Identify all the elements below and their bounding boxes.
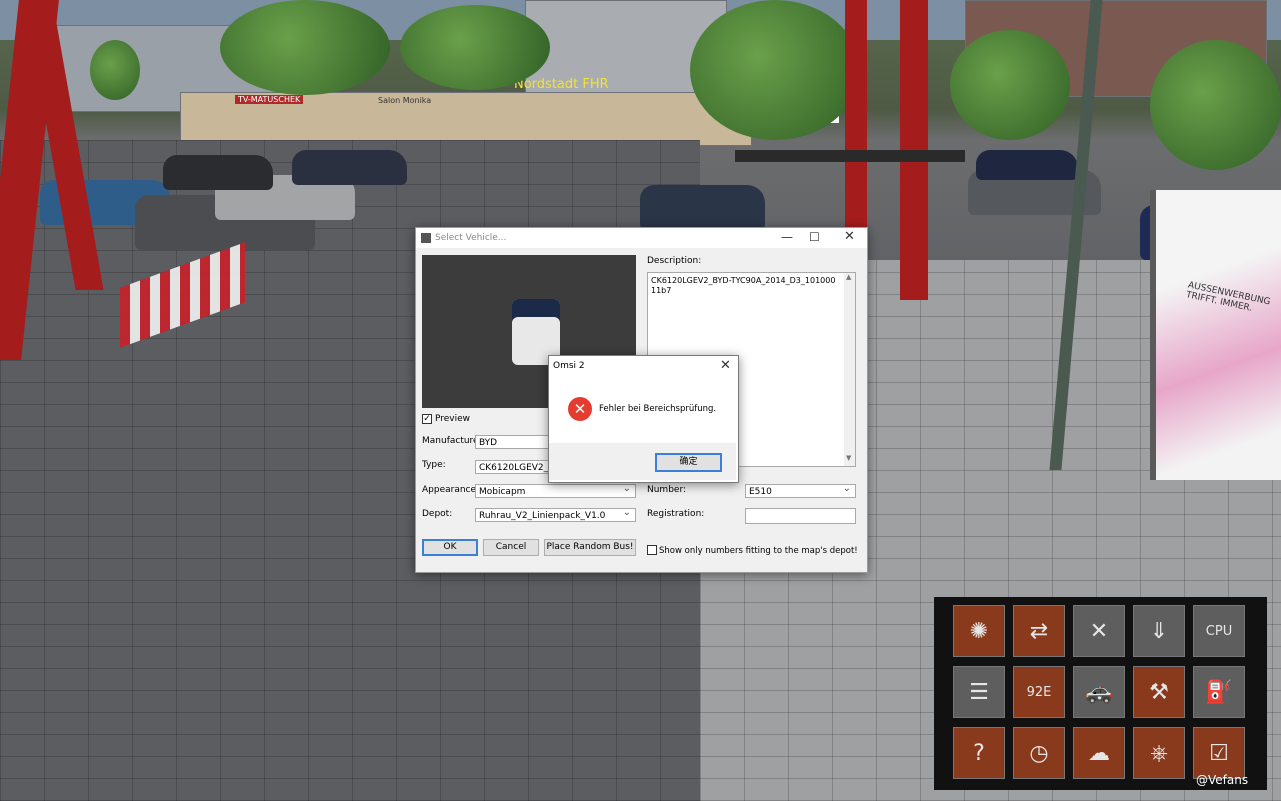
preview-label: Preview <box>435 414 471 424</box>
depot-label: Depot: <box>422 509 453 519</box>
parked-car <box>976 150 1078 180</box>
error-ok-button[interactable]: 确定 <box>655 453 722 472</box>
preview-checkbox[interactable]: ✓ <box>422 414 432 424</box>
error-dialog-title: Omsi 2 <box>553 361 585 371</box>
error-icon: ✕ <box>568 397 592 421</box>
type-label: Type: <box>422 460 446 470</box>
tool-button[interactable]: ⚒ <box>1133 666 1185 718</box>
tool-button[interactable]: ⇄ <box>1013 605 1065 657</box>
tool-button[interactable]: CPU <box>1193 605 1245 657</box>
tool-button[interactable]: ? <box>953 727 1005 779</box>
tree <box>220 0 390 95</box>
app-icon <box>421 233 431 243</box>
tool-button[interactable]: ⎈ <box>1133 727 1185 779</box>
only-numbers-checkbox[interactable] <box>647 545 657 555</box>
bus-remove-icon: ✕ <box>1089 619 1109 644</box>
police-car-icon: 🚓 <box>1085 680 1113 705</box>
tree <box>1150 40 1281 170</box>
tree <box>90 40 140 100</box>
parked-car <box>163 155 273 190</box>
tool-button[interactable]: ⇓ <box>1133 605 1185 657</box>
description-label: Description: <box>647 256 702 266</box>
only-numbers-label: Show only numbers fitting to the map's d… <box>659 546 858 556</box>
depot-down-icon: ⇓ <box>1149 619 1169 644</box>
minimize-icon[interactable]: — <box>781 230 793 244</box>
number-label: Number: <box>647 485 687 495</box>
route-display-icon: 92E <box>1026 685 1052 700</box>
bus-lights-icon: ✺ <box>969 619 989 644</box>
appearance-select[interactable]: Mobicapm <box>475 484 636 498</box>
watermark: @Vefans <box>1196 773 1249 787</box>
registration-input[interactable] <box>745 508 856 524</box>
number-select[interactable]: E510 <box>745 484 856 498</box>
tool-button[interactable]: ☑ <box>1193 727 1245 779</box>
cpu-bus-icon: CPU <box>1205 624 1233 639</box>
manufacturer-select[interactable]: BYD <box>475 435 555 449</box>
help-exit-icon: ? <box>973 741 985 766</box>
appearance-label: Appearance: <box>422 485 480 495</box>
scroll-up-icon[interactable]: ▲ <box>846 273 851 281</box>
canopy-pole-right <box>845 0 867 230</box>
ok-button[interactable]: OK <box>422 539 478 556</box>
bus-exchange-icon: ⇄ <box>1029 619 1049 644</box>
fuel-pump-icon: ⛽ <box>1205 680 1233 705</box>
shop-sign-salon: Salon Monika <box>378 96 432 105</box>
billboard-text: AUSSENWERBUNG TRIFFT. IMMER. <box>1184 280 1272 314</box>
repair-tools-icon: ⚒ <box>1149 680 1169 705</box>
clock-icon: ◷ <box>1029 741 1049 766</box>
tool-button[interactable]: ⛽ <box>1193 666 1245 718</box>
tool-button[interactable]: ✺ <box>953 605 1005 657</box>
select-vehicle-titlebar[interactable]: Select Vehicle... — ☐ ✕ <box>416 228 867 248</box>
steering-wheel-icon: ⎈ <box>1150 741 1168 766</box>
ticket-printer-icon: ☰ <box>969 680 989 705</box>
parked-car <box>640 185 765 230</box>
type-select[interactable]: CK6120LGEV2_BYD <box>475 460 555 474</box>
maximize-icon[interactable]: ☐ <box>809 230 820 244</box>
error-dialog: Omsi 2 ✕ ✕ Fehler bei Bereichsprüfung. 确… <box>548 355 739 483</box>
description-scrollbar[interactable]: ▲ ▼ <box>844 273 855 466</box>
place-sign: Nordstadt FHR <box>514 77 609 92</box>
tool-button[interactable]: ☰ <box>953 666 1005 718</box>
passenger-list-icon: ☑ <box>1209 741 1229 766</box>
scroll-down-icon[interactable]: ▼ <box>846 454 851 462</box>
tree <box>400 5 550 90</box>
registration-label: Registration: <box>647 509 705 519</box>
cancel-button[interactable]: Cancel <box>483 539 539 556</box>
parked-car <box>292 150 407 185</box>
tool-panel: ✺ ⇄ ✕ ⇓ CPU ☰ 92E 🚓 ⚒ ⛽? ◷ ☁ ⎈ ☑ @Vefans <box>934 597 1267 790</box>
shelter-roof <box>735 150 965 162</box>
select-vehicle-title: Select Vehicle... <box>435 233 507 243</box>
description-text: CK6120LGEV2_BYD-TYC90A_2014_D3_10100011b… <box>651 276 836 295</box>
tree <box>950 30 1070 140</box>
error-dialog-footer: 确定 <box>549 443 736 480</box>
shop-sign-tv: TV-MATUSCHEK <box>235 95 304 104</box>
tool-button[interactable]: ◷ <box>1013 727 1065 779</box>
error-close-icon[interactable]: ✕ <box>720 358 731 373</box>
billboard: AUSSENWERBUNG TRIFFT. IMMER. <box>1150 190 1281 480</box>
tree <box>690 0 860 140</box>
tool-button[interactable]: ✕ <box>1073 605 1125 657</box>
tool-button[interactable]: ☁ <box>1073 727 1125 779</box>
error-message: Fehler bei Bereichsprüfung. <box>599 404 717 414</box>
tool-button[interactable]: 92E <box>1013 666 1065 718</box>
weather-icon: ☁ <box>1088 741 1110 766</box>
place-random-bus-button[interactable]: Place Random Bus! <box>544 539 636 556</box>
tool-button[interactable]: 🚓 <box>1073 666 1125 718</box>
close-icon[interactable]: ✕ <box>844 229 855 244</box>
depot-select[interactable]: Ruhrau_V2_Linienpack_V1.0 <box>475 508 636 522</box>
